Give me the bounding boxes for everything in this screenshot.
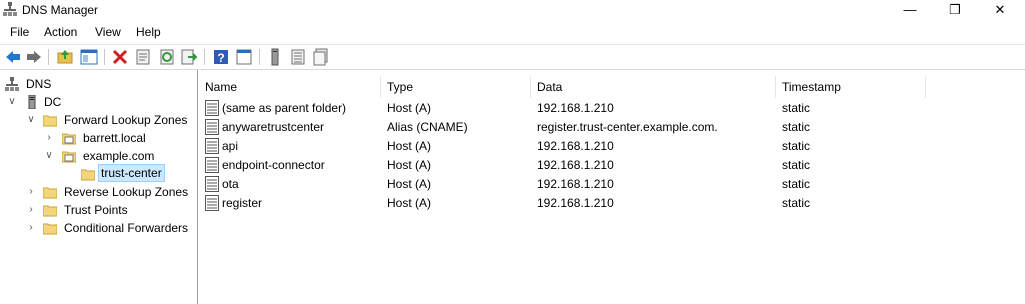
- record-list-icon[interactable]: [289, 48, 307, 66]
- toolbar: ?: [0, 44, 1025, 70]
- window-title: DNS Manager: [22, 3, 99, 17]
- properties-icon[interactable]: [134, 48, 152, 66]
- export-list-icon[interactable]: [180, 48, 198, 66]
- folder-icon: [43, 223, 57, 235]
- tree-label-dc: DC: [44, 95, 62, 109]
- column-header-timestamp[interactable]: Timestamp: [776, 76, 926, 98]
- forward-icon[interactable]: [25, 48, 43, 66]
- record-timestamp: static: [782, 158, 811, 172]
- record-name: ota: [222, 177, 239, 191]
- record-data: 192.168.1.210: [537, 139, 614, 153]
- record-row[interactable]: (same as parent folder) Host (A) 192.168.1…: [199, 99, 1025, 118]
- record-timestamp: static: [782, 139, 811, 153]
- chevron-right-icon[interactable]: ›: [44, 129, 54, 147]
- refresh-icon[interactable]: [158, 48, 176, 66]
- resource-record-icon: [205, 119, 219, 135]
- tree-label-barrett-local: barrett.local: [83, 131, 146, 145]
- tree-label-trust-points: Trust Points: [64, 203, 128, 217]
- record-name: api: [222, 139, 239, 153]
- record-name: endpoint-connector: [222, 158, 325, 172]
- folder-icon: [43, 115, 57, 127]
- record-type: Host (A): [387, 196, 432, 210]
- chevron-down-icon[interactable]: ∨: [26, 111, 36, 129]
- record-type: Host (A): [387, 139, 432, 153]
- record-timestamp: static: [782, 177, 811, 191]
- record-timestamp: static: [782, 101, 811, 115]
- resource-record-icon: [205, 138, 219, 154]
- folder-icon: [81, 169, 95, 181]
- resource-record-icon: [205, 100, 219, 116]
- restore-button[interactable]: ❐: [932, 0, 978, 20]
- dns-app-icon: [3, 2, 17, 16]
- column-header-name[interactable]: Name: [199, 76, 381, 98]
- record-pages-icon[interactable]: [312, 48, 330, 66]
- record-name: anywaretrustcenter: [222, 120, 325, 134]
- tree-label-dns: DNS: [26, 77, 52, 91]
- tree-label-reverse-lookup-zones: Reverse Lookup Zones: [64, 185, 189, 199]
- close-button[interactable]: ✕: [977, 0, 1023, 20]
- up-folder-icon[interactable]: [56, 48, 74, 66]
- server-icon[interactable]: [266, 48, 284, 66]
- record-timestamp: static: [782, 196, 811, 210]
- tree-label-conditional-forwarders: Conditional Forwarders: [64, 221, 189, 235]
- record-data: 192.168.1.210: [537, 177, 614, 191]
- chevron-right-icon[interactable]: ›: [26, 201, 36, 219]
- record-name: (same as parent folder): [222, 101, 347, 115]
- server-icon: [28, 95, 36, 109]
- tree-label-example-com: example.com: [83, 149, 155, 163]
- record-data: 192.168.1.210: [537, 196, 614, 210]
- svg-text:?: ?: [217, 51, 224, 65]
- record-name: register: [222, 196, 263, 210]
- menu-action[interactable]: Action: [44, 25, 77, 39]
- records-list[interactable]: Name Type Data Timestamp (same as parent…: [199, 70, 1025, 304]
- mmc-view-icon[interactable]: [235, 48, 253, 66]
- chevron-down-icon[interactable]: ∨: [7, 93, 17, 111]
- menu-bar: File Action View Help: [0, 22, 1025, 42]
- record-row[interactable]: ota Host (A) 192.168.1.210 static: [199, 175, 1025, 194]
- record-type: Alias (CNAME): [387, 120, 468, 134]
- menu-view[interactable]: View: [95, 25, 121, 39]
- menu-help[interactable]: Help: [136, 25, 161, 39]
- chevron-down-icon[interactable]: ∨: [44, 147, 54, 165]
- delete-icon[interactable]: [111, 48, 129, 66]
- record-data: register.trust-center.example.com.: [537, 120, 718, 134]
- chevron-right-icon[interactable]: ›: [26, 219, 36, 237]
- chevron-right-icon[interactable]: ›: [26, 183, 36, 201]
- column-header-data[interactable]: Data: [531, 76, 776, 98]
- help-icon[interactable]: ?: [212, 48, 230, 66]
- show-hide-tree-icon[interactable]: [80, 48, 98, 66]
- record-data: 192.168.1.210: [537, 101, 614, 115]
- record-row[interactable]: anywaretrustcenter Alias (CNAME) register.…: [199, 118, 1025, 137]
- back-icon[interactable]: [4, 48, 22, 66]
- dns-icon: [5, 77, 19, 91]
- menu-file[interactable]: File: [10, 25, 29, 39]
- tree-label-trust-center: trust-center: [98, 164, 165, 182]
- folder-icon: [43, 205, 57, 217]
- folder-icon: [43, 187, 57, 199]
- console-tree[interactable]: DNS ∨ DC ∨ Forward Lookup Zones › barret…: [0, 70, 198, 304]
- title-bar: DNS Manager — ❐ ✕: [0, 0, 1025, 20]
- record-row[interactable]: endpoint-connector Host (A) 192.168.1.210 s…: [199, 156, 1025, 175]
- zone-icon: [62, 151, 76, 163]
- tree-label-forward-lookup-zones: Forward Lookup Zones: [64, 113, 188, 127]
- resource-record-icon: [205, 195, 219, 211]
- resource-record-icon: [205, 157, 219, 173]
- record-type: Host (A): [387, 101, 432, 115]
- record-data: 192.168.1.210: [537, 158, 614, 172]
- minimize-button[interactable]: —: [887, 0, 933, 20]
- record-type: Host (A): [387, 177, 432, 191]
- record-type: Host (A): [387, 158, 432, 172]
- column-header-type[interactable]: Type: [381, 76, 531, 98]
- resource-record-icon: [205, 176, 219, 192]
- record-timestamp: static: [782, 120, 811, 134]
- record-row[interactable]: register Host (A) 192.168.1.210 static: [199, 194, 1025, 213]
- zone-icon: [62, 133, 76, 145]
- record-row[interactable]: api Host (A) 192.168.1.210 static: [199, 137, 1025, 156]
